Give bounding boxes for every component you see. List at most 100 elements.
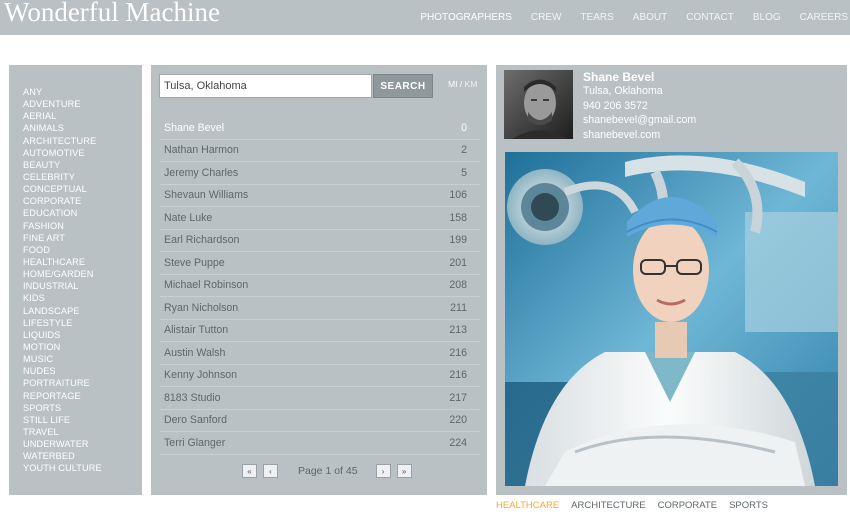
- result-name: Nathan Harmon: [164, 144, 239, 157]
- result-distance: 199: [449, 234, 467, 247]
- category-item[interactable]: MOTION: [23, 341, 102, 353]
- top-bar: Wonderful Machine PHOTOGRAPHERS CREW TEA…: [0, 0, 850, 35]
- result-name: Michael Robinson: [164, 279, 249, 292]
- result-row[interactable]: Alistair Tutton 213: [160, 320, 480, 342]
- category-item[interactable]: STILL LIFE: [23, 414, 102, 426]
- profile-name: Shane Bevel: [583, 70, 655, 84]
- portfolio-category-tabs: HEALTHCARE ARCHITECTURE CORPORATE SPORTS: [496, 500, 768, 511]
- nav-about[interactable]: ABOUT: [633, 12, 667, 23]
- category-list: ANY ADVENTURE AERIAL ANIMALS ARCHITECTURE AUT…: [23, 86, 102, 475]
- category-item[interactable]: AUTOMOTIVE: [23, 147, 102, 159]
- category-item[interactable]: AERIAL: [23, 110, 102, 122]
- category-item[interactable]: FASHION: [23, 220, 102, 232]
- result-row[interactable]: Ryan Nicholson 211: [160, 297, 480, 320]
- category-item[interactable]: MUSIC: [23, 353, 102, 365]
- nav-tears[interactable]: TEARS: [580, 12, 613, 23]
- result-row[interactable]: Shevaun Williams 106: [160, 185, 480, 207]
- profile-email[interactable]: shanebevel@gmail.com: [583, 114, 696, 126]
- result-distance: 213: [449, 324, 467, 337]
- category-item[interactable]: EDUCATION: [23, 207, 102, 219]
- last-page-button[interactable]: »: [396, 464, 412, 478]
- category-item[interactable]: KIDS: [23, 292, 102, 304]
- tag-corporate[interactable]: CORPORATE: [658, 500, 717, 511]
- category-item[interactable]: WATERBED: [23, 450, 102, 462]
- result-row[interactable]: Shane Bevel 0: [160, 117, 480, 140]
- result-row[interactable]: Jeremy Charles 5: [160, 162, 480, 185]
- result-distance: 211: [450, 301, 467, 314]
- tag-architecture[interactable]: ARCHITECTURE: [571, 500, 645, 511]
- tag-healthcare[interactable]: HEALTHCARE: [496, 500, 559, 511]
- result-name: Ryan Nicholson: [164, 301, 239, 314]
- profile-website[interactable]: shanebevel.com: [583, 129, 660, 141]
- nav-crew[interactable]: CREW: [531, 12, 562, 23]
- site-logo[interactable]: Wonderful Machine: [4, 0, 220, 28]
- category-item[interactable]: FINE ART: [23, 232, 102, 244]
- location-search-input[interactable]: [159, 74, 372, 98]
- result-name: Steve Puppe: [164, 256, 225, 269]
- category-item[interactable]: FOOD: [23, 244, 102, 256]
- category-item[interactable]: REPORTAGE: [23, 390, 102, 402]
- unit-toggle: MI / KM: [448, 79, 477, 89]
- nav-photographers[interactable]: PHOTOGRAPHERS: [420, 12, 512, 23]
- result-name: Austin Walsh: [164, 346, 226, 359]
- result-distance: 201: [449, 256, 467, 269]
- result-name: Dero Sanford: [164, 414, 228, 427]
- unit-separator: /: [457, 79, 465, 89]
- category-item[interactable]: ARCHITECTURE: [23, 135, 102, 147]
- nav-blog[interactable]: BLOG: [753, 12, 781, 23]
- category-item[interactable]: HOME/GARDEN: [23, 268, 102, 280]
- photographer-avatar: [504, 70, 573, 139]
- category-item[interactable]: PORTRAITURE: [23, 377, 102, 389]
- nav-contact[interactable]: CONTACT: [686, 12, 734, 23]
- category-item[interactable]: YOUTH CULTURE: [23, 462, 102, 474]
- category-item[interactable]: CONCEPTUAL: [23, 183, 102, 195]
- category-item[interactable]: CORPORATE: [23, 195, 102, 207]
- result-row[interactable]: Austin Walsh 216: [160, 342, 480, 365]
- result-row[interactable]: Terri Glanger 224: [160, 432, 480, 455]
- profile-phone: 940 206 3572: [583, 100, 648, 112]
- category-item[interactable]: ADVENTURE: [23, 98, 102, 110]
- category-item[interactable]: ANY: [23, 86, 102, 98]
- result-name: Kenny Johnson: [164, 369, 238, 382]
- result-row[interactable]: Nate Luke 158: [160, 207, 480, 230]
- category-item[interactable]: LANDSCAPE: [23, 305, 102, 317]
- portfolio-photo[interactable]: [505, 152, 838, 486]
- category-item[interactable]: UNDERWATER: [23, 438, 102, 450]
- result-row[interactable]: Dero Sanford 220: [160, 410, 480, 432]
- category-item[interactable]: BEAUTY: [23, 159, 102, 171]
- nav-careers[interactable]: CAREERS: [800, 12, 848, 23]
- result-distance: 216: [449, 346, 467, 359]
- category-item[interactable]: ANIMALS: [23, 122, 102, 134]
- result-name: Jeremy Charles: [164, 166, 239, 179]
- category-item[interactable]: LIQUIDS: [23, 329, 102, 341]
- result-row[interactable]: Michael Robinson 208: [160, 275, 480, 297]
- result-distance: 220: [449, 414, 467, 427]
- result-distance: 2: [461, 144, 467, 157]
- result-distance: 106: [449, 189, 467, 202]
- results-list: Shane Bevel 0 Nathan Harmon 2 Jeremy Charles…: [160, 117, 480, 455]
- result-row[interactable]: Nathan Harmon 2: [160, 140, 480, 162]
- category-item[interactable]: HEALTHCARE: [23, 256, 102, 268]
- prev-page-button[interactable]: ‹: [263, 464, 278, 478]
- result-row[interactable]: 8183 Studio 217: [160, 387, 480, 410]
- first-page-button[interactable]: «: [242, 464, 257, 478]
- result-row[interactable]: Earl Richardson 199: [160, 230, 480, 252]
- result-name: Alistair Tutton: [164, 324, 229, 337]
- tag-sports[interactable]: SPORTS: [729, 500, 768, 511]
- next-page-button[interactable]: ›: [375, 464, 391, 478]
- search-button[interactable]: SEARCH: [373, 74, 433, 98]
- result-name: Shane Bevel: [164, 121, 225, 134]
- category-item[interactable]: LIFESTYLE: [23, 317, 102, 329]
- category-item[interactable]: CELEBRITY: [23, 171, 102, 183]
- unit-km[interactable]: KM: [465, 79, 478, 89]
- category-item[interactable]: TRAVEL: [23, 426, 102, 438]
- result-name: Earl Richardson: [164, 234, 240, 247]
- category-item[interactable]: SPORTS: [23, 402, 102, 414]
- main-nav: PHOTOGRAPHERS CREW TEARS ABOUT CONTACT B…: [420, 12, 848, 23]
- result-row[interactable]: Steve Puppe 201: [160, 252, 480, 275]
- category-item[interactable]: NUDES: [23, 365, 102, 377]
- result-name: Terri Glanger: [164, 436, 226, 449]
- result-distance: 216: [449, 369, 467, 382]
- category-item[interactable]: INDUSTRIAL: [23, 280, 102, 292]
- result-row[interactable]: Kenny Johnson 216: [160, 365, 480, 387]
